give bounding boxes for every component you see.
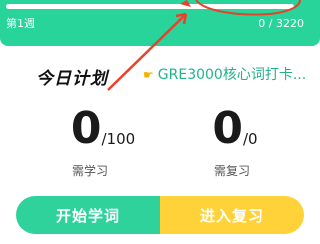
start-learning-button[interactable]: 开始学词 bbox=[16, 196, 160, 234]
learn-label: 需学习 bbox=[71, 164, 108, 178]
deck-link[interactable]: ☛ GRE3000核心词打卡... bbox=[143, 66, 306, 84]
review-total: /0 bbox=[243, 130, 258, 148]
review-stat: 0/0 bbox=[200, 104, 270, 154]
progress-bar bbox=[6, 4, 294, 9]
learn-count: 0 bbox=[70, 103, 102, 154]
pointing-hand-icon: ☛ bbox=[143, 68, 154, 82]
learn-total: /100 bbox=[101, 130, 136, 148]
deck-name: GRE3000核心词打卡... bbox=[157, 67, 307, 83]
review-count: 0 bbox=[212, 103, 243, 154]
progress-card: 第1週 0 / 3220 bbox=[0, 0, 320, 46]
review-label: 需复习 bbox=[213, 164, 250, 178]
learn-stat: 0/100 bbox=[58, 104, 148, 154]
progress-count: 0 / 3220 bbox=[258, 17, 304, 30]
week-label: 第1週 bbox=[6, 17, 35, 30]
start-review-button[interactable]: 进入复习 bbox=[160, 196, 304, 234]
plan-title: 今日计划 bbox=[36, 69, 108, 89]
